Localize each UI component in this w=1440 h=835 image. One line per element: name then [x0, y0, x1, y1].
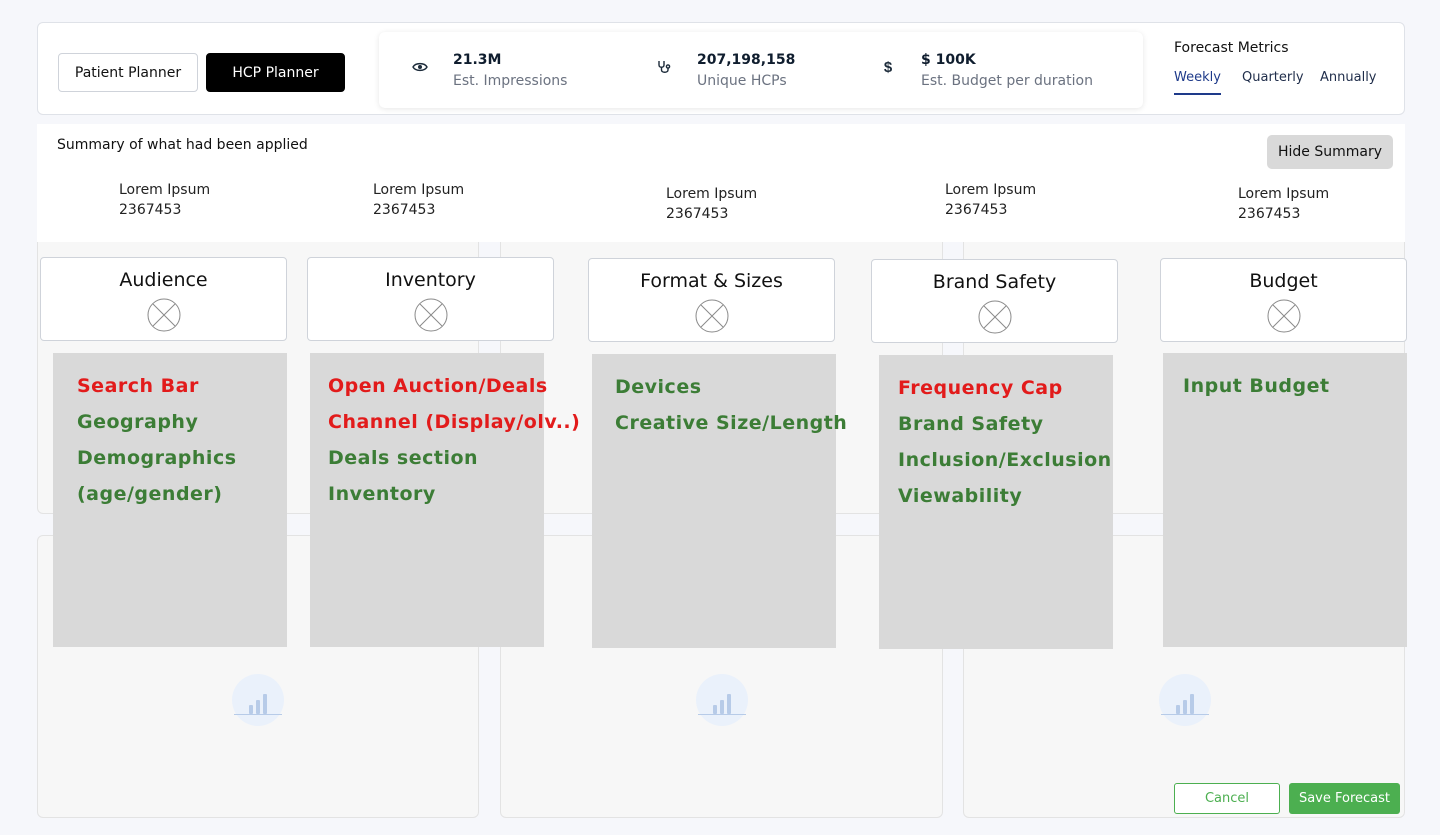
cancel-button[interactable]: Cancel	[1174, 783, 1280, 814]
category-title: Format & Sizes	[640, 270, 783, 292]
summary-item: Lorem Ipsum 2367453	[666, 184, 757, 224]
category-title: Budget	[1249, 270, 1318, 292]
option-item[interactable]: Devices	[615, 376, 702, 398]
option-item[interactable]: Inventory	[328, 483, 436, 505]
summary-item-value: 2367453	[373, 202, 436, 218]
hide-summary-button[interactable]: Hide Summary	[1267, 135, 1393, 169]
save-forecast-button[interactable]: Save Forecast	[1289, 783, 1400, 814]
option-item[interactable]: Brand Safety	[898, 413, 1044, 435]
option-item[interactable]: Input Budget	[1183, 375, 1330, 397]
summary-item: Lorem Ipsum 2367453	[1238, 184, 1329, 224]
inventory-options: Open Auction/Deals Channel (Display/olv.…	[310, 353, 580, 647]
option-item[interactable]: Creative Size/Length	[615, 412, 847, 434]
category-title: Audience	[119, 269, 208, 291]
option-item[interactable]: Search Bar	[77, 375, 199, 397]
hcp-planner-button[interactable]: HCP Planner	[206, 53, 345, 92]
summary-item-label: Lorem Ipsum	[945, 182, 1037, 198]
format-sizes-options: Devices Creative Size/Length	[592, 354, 847, 648]
forecast-metrics-title: Forecast Metrics	[1174, 40, 1289, 56]
metric-value: 21.3M	[453, 52, 502, 68]
metric-label: Est. Budget per duration	[921, 73, 1093, 89]
summary-item-value: 2367453	[119, 202, 182, 218]
metric-value: $ 100K	[921, 52, 976, 68]
metric-label: Unique HCPs	[697, 73, 787, 89]
option-item[interactable]: Demographics	[77, 447, 237, 469]
summary-item: Lorem Ipsum 2367453	[373, 180, 464, 220]
summary-item-value: 2367453	[1238, 206, 1301, 222]
summary-item-label: Lorem Ipsum	[1238, 186, 1330, 202]
category-audience[interactable]: Audience	[40, 257, 287, 341]
chart-placeholder-icon	[232, 674, 284, 726]
dollar-icon: $	[883, 58, 893, 76]
category-title: Brand Safety	[932, 271, 1057, 293]
close-circle-icon[interactable]	[1267, 299, 1301, 333]
summary-section: Summary of what had been applied Hide Su…	[37, 124, 1405, 242]
chart-placeholder-icon	[1159, 674, 1211, 726]
close-circle-icon[interactable]	[695, 299, 729, 333]
option-item[interactable]: Deals section	[328, 447, 478, 469]
planner-header: Patient Planner HCP Planner 21.3M Est. I…	[37, 22, 1405, 115]
close-circle-icon[interactable]	[147, 298, 181, 332]
patient-planner-button[interactable]: Patient Planner	[58, 53, 198, 92]
summary-item: Lorem Ipsum 2367453	[945, 180, 1036, 220]
tab-annually[interactable]: Annually	[1320, 70, 1377, 93]
brand-safety-options: Frequency Cap Brand Safety Inclusion/Exc…	[879, 355, 1113, 649]
close-circle-icon[interactable]	[978, 300, 1012, 334]
summary-item-label: Lorem Ipsum	[666, 186, 758, 202]
option-item[interactable]: Viewability	[898, 485, 1022, 507]
summary-item: Lorem Ipsum 2367453	[119, 180, 210, 220]
category-format-sizes[interactable]: Format & Sizes	[588, 258, 835, 342]
option-item[interactable]: Frequency Cap	[898, 377, 1063, 399]
metric-label: Est. Impressions	[453, 73, 568, 89]
category-budget[interactable]: Budget	[1160, 258, 1407, 342]
metrics-card: 21.3M Est. Impressions 207,198,158 Uniqu…	[379, 32, 1143, 108]
category-title: Inventory	[385, 269, 476, 291]
eye-icon	[411, 58, 429, 76]
audience-options: Search Bar Geography Demographics (age/g…	[53, 353, 287, 647]
category-inventory[interactable]: Inventory	[307, 257, 554, 341]
tab-quarterly[interactable]: Quarterly	[1242, 70, 1304, 93]
option-item[interactable]: Geography	[77, 411, 198, 433]
stethoscope-icon	[655, 58, 673, 76]
summary-item-label: Lorem Ipsum	[119, 182, 211, 198]
summary-title: Summary of what had been applied	[57, 137, 308, 153]
option-item[interactable]: Open Auction/Deals	[328, 375, 548, 397]
option-item[interactable]: Inclusion/Exclusion	[898, 449, 1112, 471]
category-brand-safety[interactable]: Brand Safety	[871, 259, 1118, 343]
summary-item-label: Lorem Ipsum	[373, 182, 465, 198]
summary-item-value: 2367453	[945, 202, 1008, 218]
chart-placeholder-icon	[696, 674, 748, 726]
summary-item-value: 2367453	[666, 206, 729, 222]
close-circle-icon[interactable]	[414, 298, 448, 332]
option-item[interactable]: Channel (Display/olv..)	[328, 411, 580, 433]
budget-options: Input Budget	[1163, 353, 1407, 647]
tab-weekly[interactable]: Weekly	[1174, 70, 1221, 95]
option-item[interactable]: (age/gender)	[77, 483, 223, 505]
metric-value: 207,198,158	[697, 52, 796, 68]
